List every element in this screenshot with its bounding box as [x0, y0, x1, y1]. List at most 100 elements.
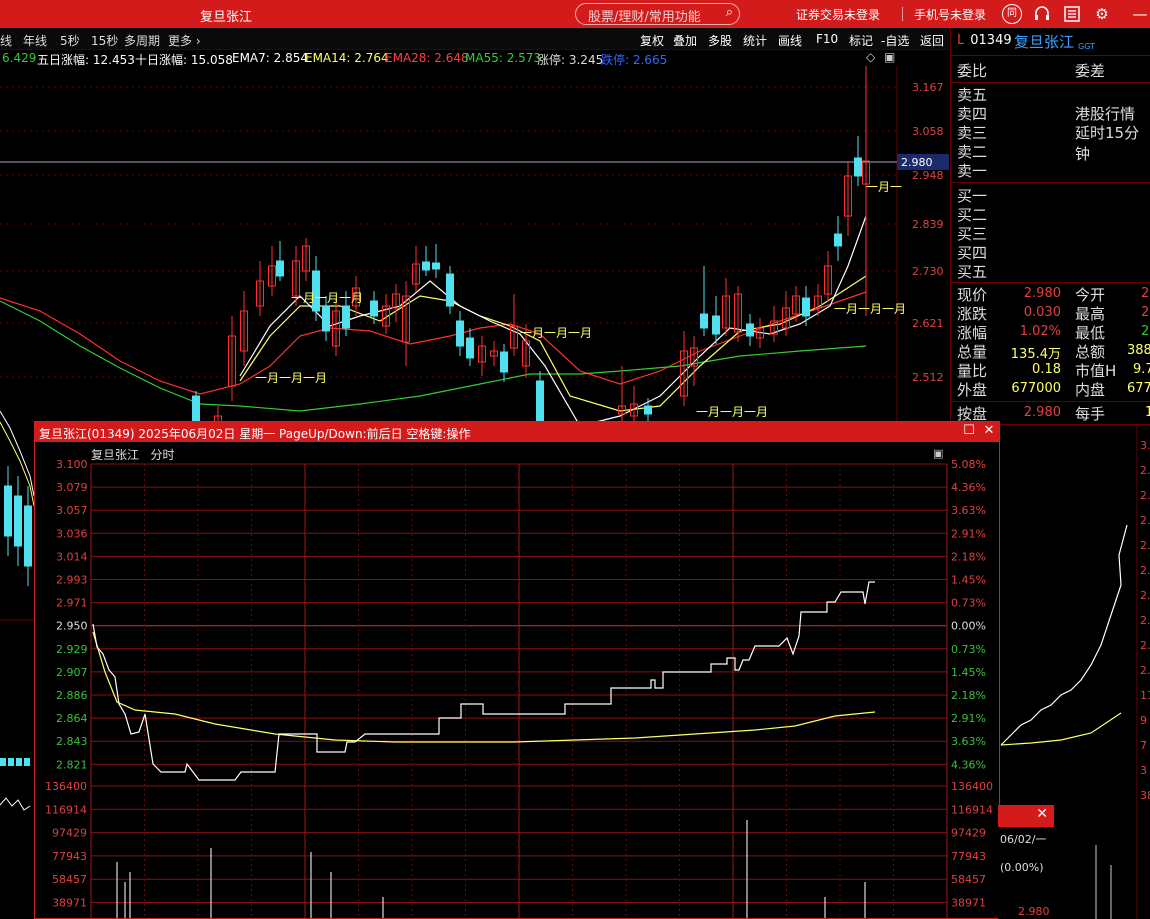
stock-name[interactable]: 复旦张江 — [1014, 31, 1074, 52]
period-5s-button[interactable]: 5秒 — [60, 32, 80, 49]
mini-axis-label: 2. — [1140, 489, 1150, 502]
multi-stock-button[interactable]: 多股 — [708, 32, 732, 49]
price-tick-label: 2.886 — [56, 689, 88, 702]
pct-tick-label: 2.91% — [951, 712, 986, 725]
mini-axis-label: 7 — [1140, 739, 1147, 752]
mini-info-box[interactable]: ✕ 06/02/一 (0.00%) 2.980 — [998, 805, 1054, 919]
draw-line-button[interactable]: 画线 — [778, 32, 802, 49]
headset-icon[interactable] — [1032, 4, 1052, 24]
popup-title[interactable]: 复旦张江(01349) 2025年06月02日 星期一 PageUp/Down:… — [35, 422, 999, 442]
multi-period-button[interactable]: 多周期 — [124, 32, 160, 49]
mini-axis-label: 2. — [1140, 614, 1150, 627]
broker-login-link[interactable]: 证券交易未登录 — [796, 6, 880, 23]
price-tick-label: 2.621 — [912, 317, 944, 330]
mark-button[interactable]: 标记 — [849, 32, 873, 49]
chart-annotation: 一月一月一月 — [834, 302, 906, 316]
stat-label: 现价 — [957, 286, 988, 304]
price-tick-label: 3.014 — [56, 550, 88, 563]
intraday-chart[interactable]: 3.100 3.079 3.057 3.036 3.014 2.993 2.971 2.950… — [35, 442, 999, 918]
buy-level-2: 买二 — [957, 206, 988, 224]
stat-value: 2 — [1141, 324, 1150, 339]
back-button[interactable]: 返回 — [920, 32, 944, 49]
stat-value: 677000 — [1011, 381, 1061, 396]
adjust-button[interactable]: 复权 — [640, 32, 664, 49]
stats-button[interactable]: 统计 — [743, 32, 767, 49]
pct-tick-label: 4.36% — [951, 481, 986, 494]
mini-pct: (0.00%) — [1000, 861, 1044, 874]
overlay-button[interactable]: 叠加 — [673, 32, 697, 49]
stat-label: 量比 — [957, 362, 988, 380]
stat-label: 内盘 — [1075, 381, 1106, 399]
pct-tick-label: 2.91% — [951, 527, 986, 540]
stat-value: 135.4万 — [1010, 347, 1061, 362]
volume-tick-label: 58457 — [52, 873, 87, 886]
search-icon[interactable]: ⌕ — [726, 5, 733, 20]
mini-axis-label: 3. — [1140, 439, 1150, 452]
remove-watchlist-button[interactable]: -自选 — [881, 32, 909, 49]
stat-label: 总量 — [957, 343, 988, 361]
left-volume-fragment — [0, 620, 34, 811]
mini-box-title[interactable]: ✕ — [998, 805, 1054, 827]
stat-label: 涨跌 — [957, 305, 988, 323]
mini-date: 06/02/一 — [1000, 833, 1047, 846]
candle-body — [322, 305, 330, 332]
candle-body — [466, 337, 474, 359]
candle-body — [276, 260, 284, 277]
stock-code: L 01349 — [957, 33, 1012, 48]
divider — [951, 82, 1150, 83]
pct-tick-label: 0.73% — [951, 643, 986, 656]
logo-icon[interactable]: 同 — [1002, 4, 1022, 24]
stat-label: 最低 — [1075, 324, 1106, 342]
price-tick-label: 3.079 — [56, 481, 88, 494]
volume-tick-label: 116914 — [951, 803, 993, 816]
stat-value: 0.18 — [1032, 362, 1061, 377]
mini-axis-label: 2. — [1140, 564, 1150, 577]
phone-login-link[interactable]: 手机号未登录 — [914, 6, 986, 23]
list-icon[interactable] — [1062, 4, 1082, 24]
candle-body — [456, 320, 464, 347]
price-tick-label: 2.730 — [912, 265, 944, 278]
mini-axis-label: 2. — [1140, 639, 1150, 652]
stat-value: 388 — [1127, 343, 1150, 358]
period-15s-button[interactable]: 15秒 — [91, 32, 118, 49]
price-tick-label: 2.948 — [912, 169, 944, 182]
chart-annotation: 一月一月一月 — [696, 405, 768, 419]
mini-axis-label: 2. — [1140, 514, 1150, 527]
sell-level-3: 卖三 — [957, 124, 988, 142]
maximize-icon[interactable]: ☐ — [962, 424, 976, 438]
ma55-value: MA55: 2.573 — [465, 51, 542, 65]
sell-level-1: 卖一 — [957, 162, 988, 180]
stat-label: 总额 — [1075, 343, 1106, 361]
close-icon[interactable]: ✕ — [1036, 806, 1048, 822]
mini-axis-label: 2. — [1140, 464, 1150, 477]
chart-toolbar: 线 年线 5秒 15秒 多周期 更多 › 复权 叠加 多股 统计 画线 F10 … — [0, 28, 950, 50]
pct-tick-label: 4.36% — [951, 758, 986, 771]
price-tick-label: 3.057 — [56, 504, 88, 517]
price-tick-label: 2.512 — [912, 371, 944, 384]
wei-cha-label: 委差 — [1075, 62, 1106, 80]
period-partial-button[interactable]: 线 — [0, 32, 12, 49]
f10-button[interactable]: F10 — [816, 32, 838, 46]
stat-label: 最高 — [1075, 305, 1106, 323]
gear-icon[interactable]: ⚙ — [1092, 4, 1112, 24]
close-icon[interactable]: ✕ — [982, 424, 996, 438]
window-mode-icon[interactable]: ▣ — [884, 50, 895, 64]
minimize-icon[interactable]: — — [1130, 4, 1150, 24]
candle-body — [644, 405, 652, 415]
stat-value: 0.030 — [1023, 305, 1061, 320]
candle-body — [700, 313, 708, 329]
price-tick-label: 3.058 — [912, 125, 944, 138]
buy-level-5: 买五 — [957, 263, 988, 281]
divider — [951, 282, 1150, 283]
intraday-popup[interactable]: 复旦张江(01349) 2025年06月02日 星期一 PageUp/Down:… — [34, 421, 1000, 919]
search-input[interactable]: 股票/理财/常用功能 ⌕ — [575, 3, 740, 25]
chart-annotation: 一月一月一月 — [520, 326, 592, 340]
an-pan-value: 2.980 — [1023, 405, 1061, 420]
wei-bi-label: 委比 — [957, 62, 988, 80]
more-button[interactable]: 更多 › — [168, 32, 201, 49]
period-year-button[interactable]: 年线 — [23, 32, 47, 49]
diamond-icon[interactable]: ◇ — [866, 50, 875, 64]
price-tick-label: 2.843 — [56, 735, 88, 748]
candle-body — [854, 157, 862, 177]
mini-price-line — [1000, 524, 1128, 746]
